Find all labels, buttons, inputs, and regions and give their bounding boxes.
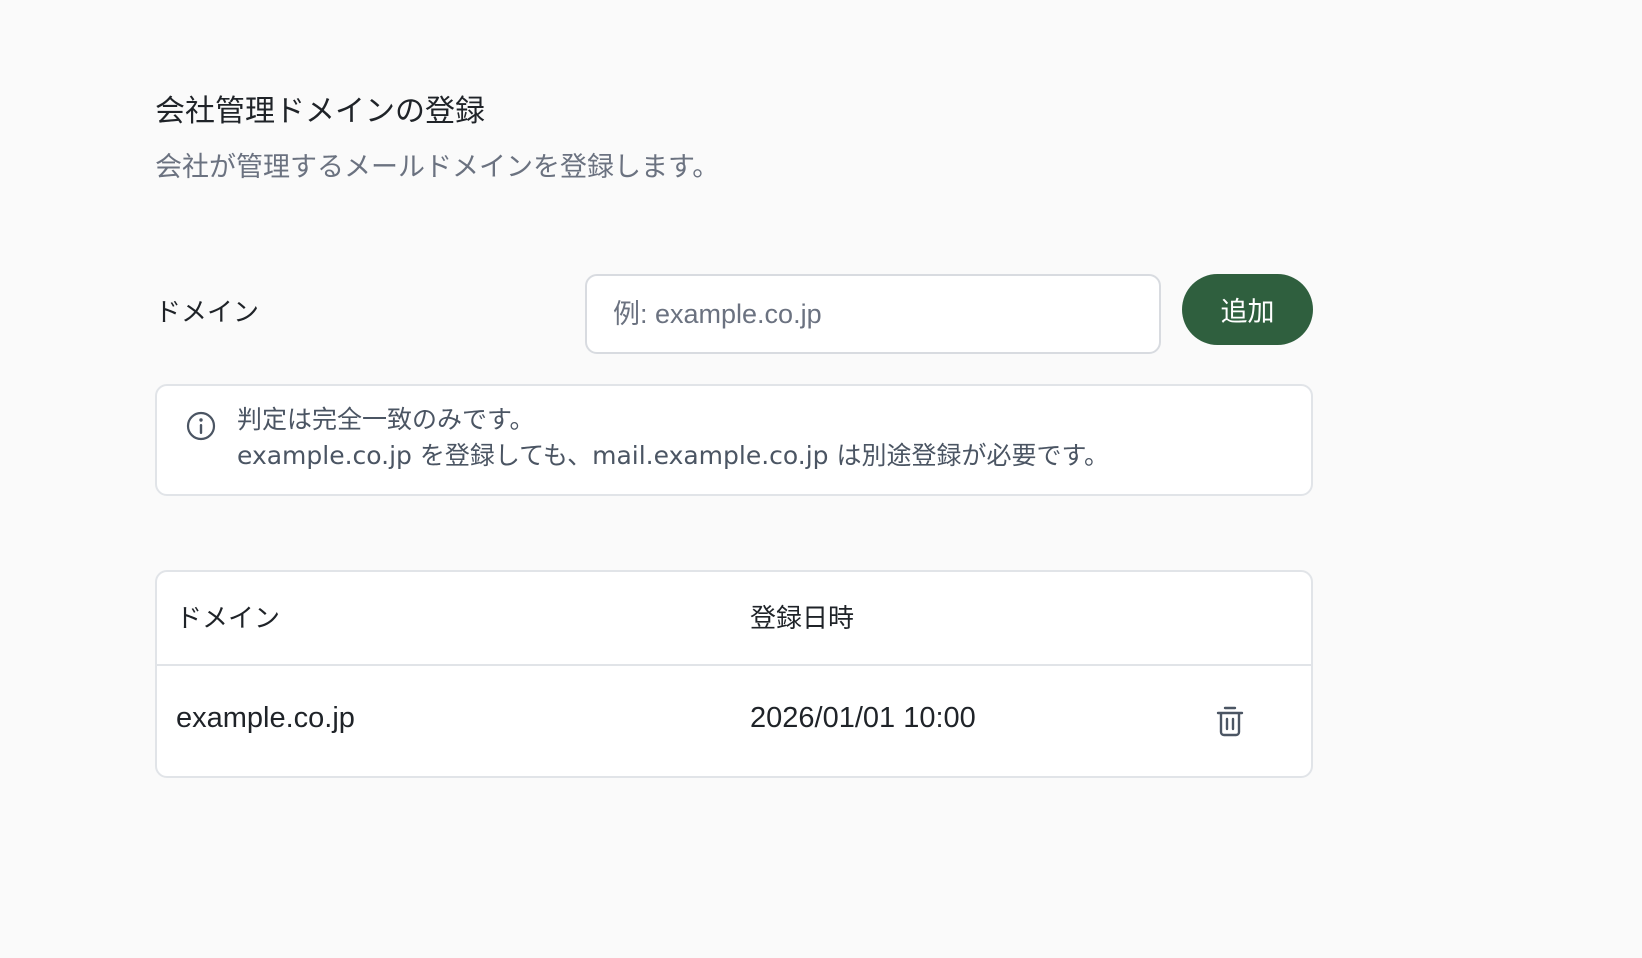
trash-icon xyxy=(1213,706,1247,743)
registered-at-cell: 2026/01/01 10:00 xyxy=(750,702,976,734)
domain-input[interactable] xyxy=(585,274,1161,354)
info-notice: 判定は完全一致のみです。 example.co.jp を登録しても、mail.e… xyxy=(155,384,1313,496)
info-line: 判定は完全一致のみです。 xyxy=(237,405,535,434)
info-line: example.co.jp を登録しても、mail.example.co.jp … xyxy=(237,441,1109,470)
table-row: example.co.jp 2026/01/01 10:00 xyxy=(157,666,1311,776)
info-icon xyxy=(185,410,217,442)
delete-button[interactable] xyxy=(1213,704,1247,740)
page-subtitle: 会社が管理するメールドメインを登録します。 xyxy=(155,152,720,183)
table-header: ドメイン 登録日時 xyxy=(157,572,1311,666)
column-header-registered-at: 登録日時 xyxy=(750,604,855,634)
column-header-domain: ドメイン xyxy=(176,604,281,634)
domain-registration-page: 会社管理ドメインの登録 会社が管理するメールドメインを登録します。 ドメイン 追… xyxy=(155,88,1313,778)
domain-cell: example.co.jp xyxy=(176,702,355,734)
info-text: 判定は完全一致のみです。 example.co.jp を登録しても、mail.e… xyxy=(237,402,1109,474)
add-button[interactable]: 追加 xyxy=(1182,274,1313,345)
domain-table: ドメイン 登録日時 example.co.jp 2026/01/01 10:00 xyxy=(155,570,1313,778)
add-domain-form: ドメイン 追加 xyxy=(155,274,1313,356)
page-title: 会社管理ドメインの登録 xyxy=(155,94,485,129)
domain-field-label: ドメイン xyxy=(155,298,260,328)
